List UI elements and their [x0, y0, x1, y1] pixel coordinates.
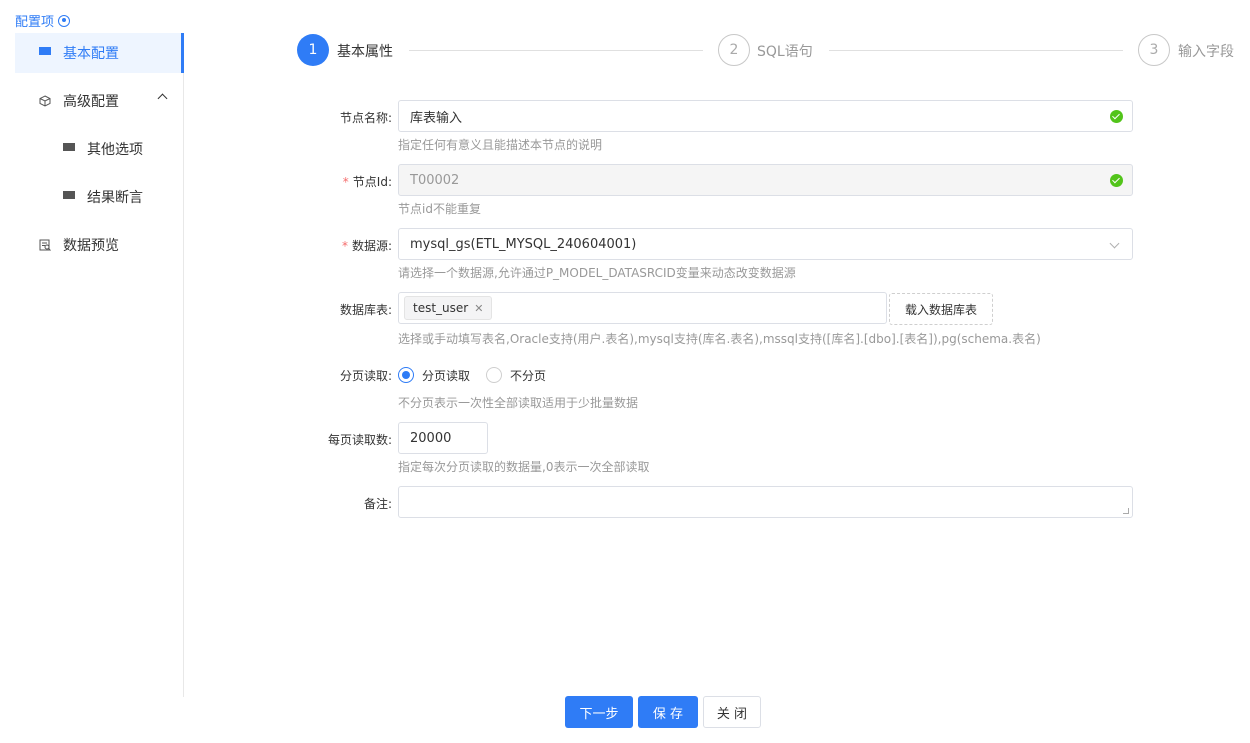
radio-paged-label[interactable]: 分页读取 — [422, 367, 470, 384]
required-mark: * — [341, 239, 348, 253]
datasource-hint: 请选择一个数据源,允许通过P_MODEL_DATASRCID变量来动态改变数据源 — [398, 266, 796, 280]
radio-unpaged-label[interactable]: 不分页 — [510, 367, 546, 384]
page-size-value: 20000 — [410, 430, 452, 446]
chevron-up-icon[interactable] — [157, 93, 168, 104]
cube-icon — [39, 95, 51, 107]
page-size-hint: 指定每次分页读取的数据量,0表示一次全部读取 — [398, 460, 650, 474]
sidebar-item-label: 结果断言 — [87, 190, 143, 206]
load-table-button[interactable]: 载入数据库表 — [889, 293, 993, 325]
step-3-label[interactable]: 输入字段 — [1178, 41, 1234, 61]
paging-label: 分页读取: — [340, 367, 392, 384]
table-label: 数据库表: — [340, 301, 392, 318]
node-name-label: 节点名称: — [340, 109, 392, 126]
step-connector — [829, 50, 1123, 51]
close-button[interactable]: 关 闭 — [703, 696, 761, 728]
target-icon[interactable] — [58, 14, 71, 27]
radio-paged[interactable] — [398, 367, 414, 383]
table-tag-text: test_user — [413, 301, 469, 315]
check-circle-icon — [1110, 174, 1123, 187]
node-id-value: T00002 — [410, 172, 460, 188]
datasource-label-text: 数据源: — [351, 239, 392, 253]
node-name-value: 库表输入 — [410, 110, 463, 126]
grid-icon — [63, 191, 75, 203]
sidebar-title-text: 配置项 — [15, 15, 55, 30]
sidebar-title: 配置项 — [15, 11, 71, 30]
grid-icon — [63, 143, 75, 155]
node-id-label: * 节点Id: — [343, 173, 392, 190]
node-name-label-text: 节点名称: — [339, 111, 392, 125]
datasource-select[interactable]: mysql_gs(ETL_MYSQL_240604001) — [398, 228, 1133, 260]
close-icon[interactable]: ✕ — [474, 302, 483, 315]
grid-icon — [39, 47, 51, 59]
sidebar-item-label: 基本配置 — [63, 46, 119, 62]
node-name-hint: 指定任何有意义且能描述本节点的说明 — [398, 138, 603, 152]
paging-radio-group: 分页读取 不分页 — [398, 366, 546, 384]
sidebar-item-label: 其他选项 — [87, 142, 143, 158]
page-size-label-text: 每页读取数: — [327, 433, 392, 447]
node-name-input[interactable]: 库表输入 — [398, 100, 1133, 132]
next-step-button[interactable]: 下一步 — [565, 696, 633, 728]
check-circle-icon — [1110, 110, 1123, 123]
remark-label: 备注: — [364, 495, 392, 512]
sidebar-item-label: 数据预览 — [63, 238, 119, 254]
sidebar: 基本配置 高级配置 其他选项 结果断言 数据预览 — [15, 33, 184, 697]
sidebar-item-label: 高级配置 — [63, 94, 119, 110]
sidebar-item-other-options[interactable]: 其他选项 — [15, 129, 184, 169]
chevron-down-icon — [1109, 238, 1120, 249]
step-1-label[interactable]: 基本属性 — [337, 41, 393, 61]
save-button[interactable]: 保 存 — [638, 696, 698, 728]
node-id-hint: 节点id不能重复 — [398, 202, 481, 216]
remark-label-text: 备注: — [363, 497, 392, 511]
datasource-label: * 数据源: — [342, 237, 392, 254]
required-mark: * — [342, 175, 349, 189]
radio-unpaged[interactable] — [486, 367, 503, 383]
step-1-circle[interactable]: 1 — [297, 34, 329, 66]
preview-icon — [39, 239, 51, 251]
step-connector — [409, 50, 703, 51]
page-size-input[interactable]: 20000 — [398, 422, 488, 454]
step-3-circle[interactable]: 3 — [1138, 34, 1170, 66]
step-2-label[interactable]: SQL语句 — [757, 41, 813, 61]
sidebar-item-result-assert[interactable]: 结果断言 — [15, 177, 184, 217]
sidebar-item-basic-config[interactable]: 基本配置 — [15, 33, 184, 73]
datasource-value: mysql_gs(ETL_MYSQL_240604001) — [410, 236, 637, 252]
page-size-label: 每页读取数: — [328, 431, 392, 448]
remark-textarea[interactable] — [398, 486, 1133, 518]
table-tag: test_user ✕ — [404, 296, 493, 320]
paging-label-text: 分页读取: — [339, 369, 392, 383]
table-label-text: 数据库表: — [339, 303, 392, 317]
table-hint: 选择或手动填写表名,Oracle支持(用户.表名),mysql支持(库名.表名)… — [398, 332, 1041, 346]
paging-hint: 不分页表示一次性全部读取适用于少批量数据 — [398, 396, 639, 410]
step-2-circle[interactable]: 2 — [718, 34, 750, 66]
table-select[interactable]: test_user ✕ — [398, 292, 887, 324]
sidebar-item-advanced-config[interactable]: 高级配置 — [15, 81, 184, 121]
resize-handle-icon[interactable] — [1123, 508, 1129, 514]
node-id-input[interactable]: T00002 — [398, 164, 1133, 196]
node-id-label-text: 节点Id: — [352, 175, 392, 189]
step-indicator: 1 基本属性 2 SQL语句 3 输入字段 — [297, 34, 1237, 66]
sidebar-item-data-preview[interactable]: 数据预览 — [15, 225, 184, 265]
